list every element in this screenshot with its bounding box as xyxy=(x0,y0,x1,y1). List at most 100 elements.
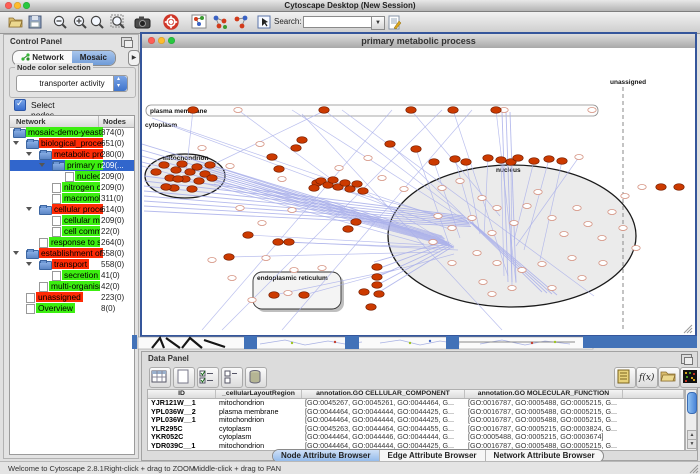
attribute-table-icon[interactable] xyxy=(149,367,171,388)
tree-row[interactable]: unassigned223(0) xyxy=(10,292,134,303)
node-selected[interactable] xyxy=(319,107,329,114)
expander-icon[interactable] xyxy=(26,152,32,156)
scrollbar-thumb[interactable] xyxy=(687,392,697,414)
tree-row[interactable]: Overview8(0) xyxy=(10,303,134,314)
zoom-fit-icon[interactable] xyxy=(110,14,127,31)
zoom-out-icon[interactable] xyxy=(52,14,69,31)
zoom-window-icon[interactable] xyxy=(23,2,30,9)
node-unselected[interactable] xyxy=(578,276,586,281)
node-selected[interactable] xyxy=(343,226,353,233)
node-unselected[interactable] xyxy=(236,206,244,211)
import-attributes-icon[interactable] xyxy=(614,367,636,388)
node-unselected[interactable] xyxy=(608,210,616,215)
expander-icon[interactable] xyxy=(13,141,19,145)
window-resize-grip-icon[interactable] xyxy=(688,463,699,474)
search-dropdown-icon[interactable]: ▼ xyxy=(371,16,385,30)
node-unselected[interactable] xyxy=(288,208,296,213)
node-unselected[interactable] xyxy=(456,179,464,184)
node-selected[interactable] xyxy=(188,107,198,114)
tree-row[interactable]: transport558(0) xyxy=(10,259,134,270)
node-unselected[interactable] xyxy=(488,231,496,236)
minimize-view-icon[interactable] xyxy=(158,37,165,44)
attribute-table-header[interactable]: ID_cellularLayoutRegionannotation.GO CEL… xyxy=(148,390,684,399)
save-session-icon[interactable] xyxy=(27,14,44,31)
tree-row[interactable]: macromolecule311(0) xyxy=(10,193,134,204)
network-canvas[interactable]: plasma membranecytoplasmmitochondrionnuc… xyxy=(142,48,695,335)
configure-search-icon[interactable] xyxy=(386,14,403,31)
node-selected[interactable] xyxy=(374,291,384,298)
node-selected[interactable] xyxy=(187,186,197,193)
node-selected[interactable] xyxy=(273,239,283,246)
node-unselected[interactable] xyxy=(256,142,264,147)
node-selected[interactable] xyxy=(358,188,368,195)
node-unselected[interactable] xyxy=(573,206,581,211)
annotation-import-icon[interactable] xyxy=(212,14,229,31)
expander-icon[interactable] xyxy=(13,251,19,255)
node-unselected[interactable] xyxy=(560,232,568,237)
node-unselected[interactable] xyxy=(258,221,266,226)
node-unselected[interactable] xyxy=(335,166,343,171)
expander-icon[interactable] xyxy=(26,207,32,211)
node-selected[interactable] xyxy=(291,145,301,152)
node-selected[interactable] xyxy=(194,178,204,185)
formula-builder-icon[interactable]: f(x) xyxy=(636,367,658,388)
create-network-icon[interactable] xyxy=(191,14,208,31)
node-unselected[interactable] xyxy=(248,298,256,303)
tree-row[interactable]: cellular metabo209(0) xyxy=(10,215,134,226)
node-unselected[interactable] xyxy=(523,204,531,209)
node-selected[interactable] xyxy=(171,167,181,174)
view-resize-grip-icon[interactable] xyxy=(682,323,694,334)
node-selected[interactable] xyxy=(529,158,539,165)
zoom-selected-icon[interactable] xyxy=(89,14,106,31)
node-selected[interactable] xyxy=(284,239,294,246)
new-attribute-icon[interactable] xyxy=(173,367,195,388)
node-selected[interactable] xyxy=(205,162,215,169)
node-selected[interactable] xyxy=(151,169,161,176)
node-unselected[interactable] xyxy=(619,226,627,231)
node-unselected[interactable] xyxy=(548,286,556,291)
node-color-dropdown[interactable]: transporter activity xyxy=(16,75,128,92)
node-selected[interactable] xyxy=(243,232,253,239)
table-row[interactable]: YPL036W__2plasma membrane[GO:0044464, GO… xyxy=(148,408,684,417)
node-unselected[interactable] xyxy=(493,206,501,211)
tree-row[interactable]: secretion41(0) xyxy=(10,270,134,281)
node-unselected[interactable] xyxy=(621,194,629,199)
zoom-view-icon[interactable] xyxy=(168,37,175,44)
column-header[interactable]: annotation.GO CELLULAR_COMPONENT xyxy=(302,390,465,398)
attribute-table[interactable]: ID_cellularLayoutRegionannotation.GO CEL… xyxy=(147,389,685,451)
node-selected[interactable] xyxy=(411,146,421,153)
scroll-down-icon[interactable]: ▼ xyxy=(687,439,697,449)
node-selected[interactable] xyxy=(450,156,460,163)
tree-row[interactable]: nitrogen compo209(0) xyxy=(10,182,134,193)
node-selected[interactable] xyxy=(544,156,554,163)
node-selected[interactable] xyxy=(674,184,684,191)
node-selected[interactable] xyxy=(159,162,169,169)
node-unselected[interactable] xyxy=(278,177,286,182)
open-session-icon[interactable] xyxy=(7,14,24,31)
float-data-panel-icon[interactable] xyxy=(681,354,692,364)
select-nodes-checkbox[interactable] xyxy=(14,99,26,111)
node-selected[interactable] xyxy=(207,175,217,182)
unselect-attributes-icon[interactable] xyxy=(221,367,243,388)
node-selected[interactable] xyxy=(224,254,234,261)
node-unselected[interactable] xyxy=(290,268,298,273)
node-unselected[interactable] xyxy=(208,258,216,263)
tree-row[interactable]: metabolic process280(0) xyxy=(10,149,134,160)
node-selected[interactable] xyxy=(177,161,187,168)
tree-row[interactable]: multi-organism pro42(0) xyxy=(10,281,134,292)
search-input[interactable] xyxy=(303,16,375,28)
node-selected[interactable] xyxy=(483,155,493,162)
node-selected[interactable] xyxy=(352,181,362,188)
table-row[interactable]: YPL036W__1mitochondrion[GO:0044464, GO:0… xyxy=(148,416,684,425)
node-unselected[interactable] xyxy=(429,240,437,245)
node-unselected[interactable] xyxy=(228,276,236,281)
node-selected[interactable] xyxy=(372,274,382,281)
node-unselected[interactable] xyxy=(478,196,486,201)
node-unselected[interactable] xyxy=(479,280,487,285)
minimize-window-icon[interactable] xyxy=(14,2,21,9)
node-selected[interactable] xyxy=(328,177,338,184)
node-selected[interactable] xyxy=(267,154,277,161)
node-selected[interactable] xyxy=(557,158,567,165)
node-selected[interactable] xyxy=(429,159,439,166)
node-unselected[interactable] xyxy=(632,246,640,251)
